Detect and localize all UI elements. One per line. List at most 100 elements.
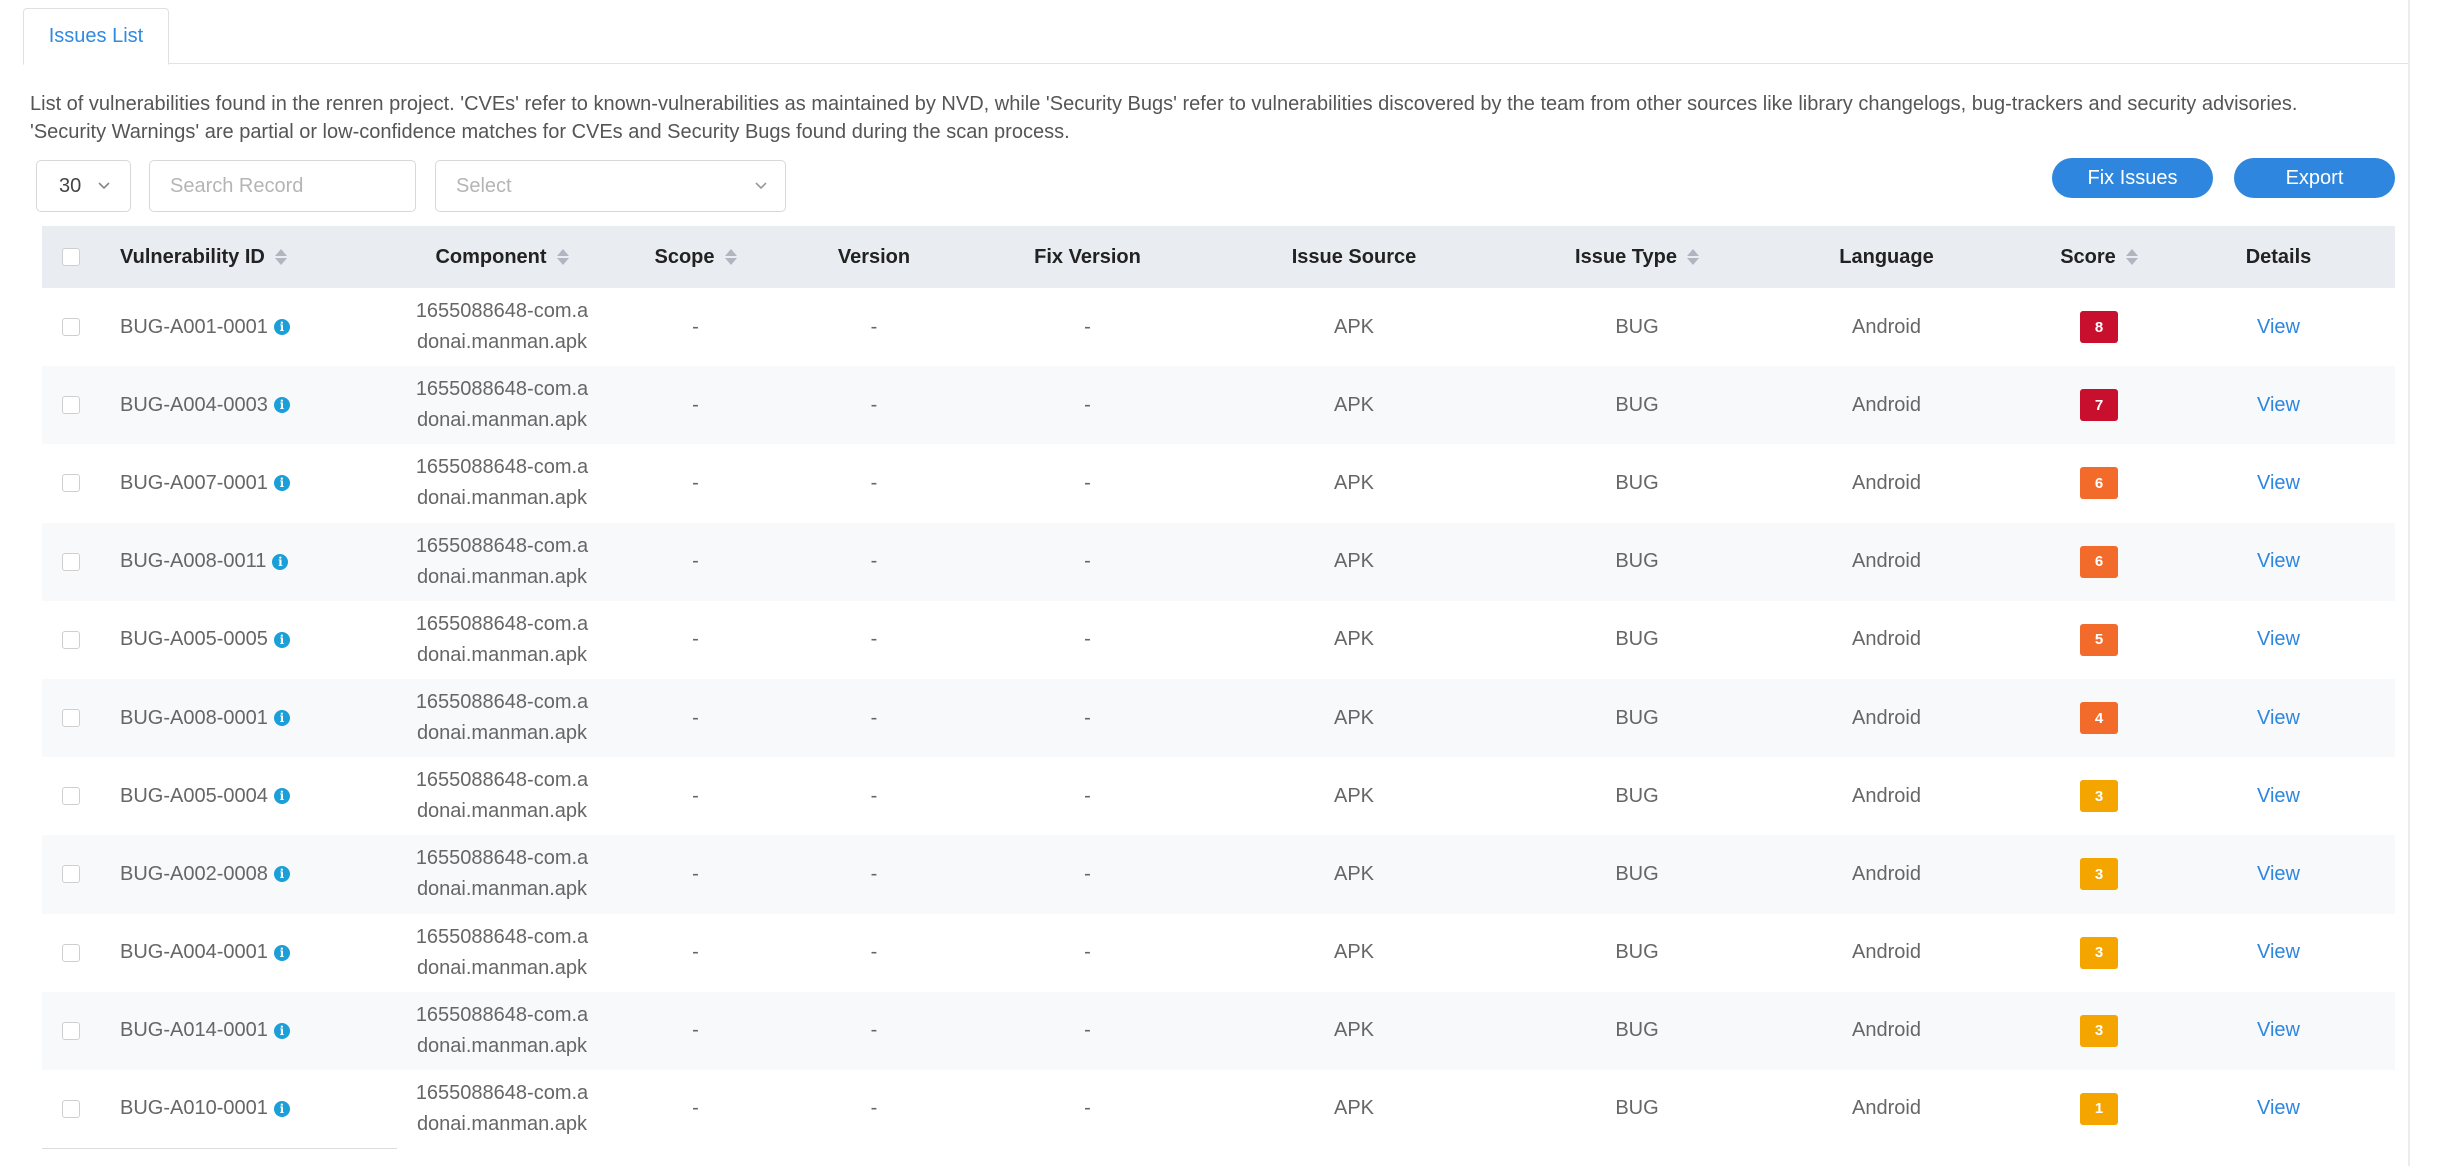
info-icon[interactable]: i — [273, 944, 290, 961]
details-cell: View — [2162, 472, 2395, 495]
header-score-label: Score — [2060, 245, 2116, 268]
row-checkbox[interactable] — [61, 474, 80, 493]
issue-source-cell: APK — [1333, 393, 1375, 416]
score-cell: 3 — [2036, 858, 2162, 891]
issue-type-cell: BUG — [1615, 941, 1659, 964]
issue-type-cell: BUG — [1615, 628, 1659, 651]
score-badge: 3 — [2080, 858, 2118, 891]
chevron-down-icon — [755, 182, 767, 190]
info-icon[interactable]: i — [273, 631, 290, 648]
header-version: Version — [837, 245, 911, 268]
row-checkbox[interactable] — [61, 396, 80, 415]
details-cell: View — [2162, 785, 2395, 808]
issue-source-cell: APK — [1333, 315, 1375, 338]
row-checkbox[interactable] — [61, 1021, 80, 1040]
view-details-link[interactable]: View — [2257, 785, 2300, 807]
info-icon[interactable]: i — [273, 1100, 290, 1117]
view-details-link[interactable]: View — [2257, 941, 2300, 963]
info-icon[interactable]: i — [273, 319, 290, 336]
view-details-link[interactable]: View — [2257, 394, 2300, 416]
issue-type-cell: BUG — [1615, 315, 1659, 338]
info-icon[interactable]: i — [273, 788, 290, 805]
fix-issues-button[interactable]: Fix Issues — [2052, 158, 2213, 198]
component-cell: 1655088648-com.adonai.manman.apk — [357, 609, 647, 671]
info-icon[interactable]: i — [272, 553, 289, 570]
component-name: 1655088648-com.adonai.manman.apk — [415, 769, 589, 823]
view-details-link[interactable]: View — [2257, 550, 2300, 572]
view-details-link[interactable]: View — [2257, 472, 2300, 494]
info-icon[interactable]: i — [273, 397, 290, 414]
filter-select[interactable]: Select — [435, 160, 786, 212]
row-checkbox[interactable] — [61, 1099, 80, 1118]
issue-type-cell: BUG — [1615, 1097, 1659, 1120]
view-details-link[interactable]: View — [2257, 628, 2300, 650]
component-name: 1655088648-com.adonai.manman.apk — [415, 1003, 589, 1057]
table-header: Vulnerability ID Component Scope Version… — [42, 226, 2395, 288]
export-button[interactable]: Export — [2234, 158, 2395, 198]
fix-version-cell: - — [1084, 1019, 1091, 1042]
tab-issues-list[interactable]: Issues List — [23, 8, 169, 65]
header-vulnerability-id[interactable]: Vulnerability ID — [99, 246, 357, 269]
score-cell: 6 — [2036, 545, 2162, 578]
issue-source-cell: APK — [1333, 471, 1375, 494]
sort-icon[interactable] — [274, 248, 287, 266]
table-bottom-divider — [42, 1148, 397, 1149]
score-cell: 3 — [2036, 936, 2162, 969]
scope-cell: - — [692, 628, 699, 651]
info-icon[interactable]: i — [273, 1022, 290, 1039]
fix-version-cell: - — [1084, 706, 1091, 729]
row-checkbox[interactable] — [61, 552, 80, 571]
info-icon[interactable]: i — [273, 475, 290, 492]
details-cell: View — [2162, 628, 2395, 651]
tab-bar: Issues List — [23, 0, 2408, 65]
vulnerability-id-cell: BUG-A004-0001 i — [99, 941, 357, 964]
view-details-link[interactable]: View — [2257, 316, 2300, 338]
language-cell: Android — [1852, 550, 1921, 573]
language-cell: Android — [1852, 1097, 1921, 1120]
row-checkbox[interactable] — [61, 318, 80, 337]
header-scope[interactable]: Scope — [647, 246, 744, 269]
row-checkbox[interactable] — [61, 709, 80, 728]
row-select-cell — [42, 630, 99, 649]
table-row: BUG-A008-0001 i 1655088648-com.adonai.manm… — [42, 678, 2395, 758]
score-cell: 4 — [2036, 702, 2162, 735]
header-component[interactable]: Component — [357, 242, 647, 273]
view-details-link[interactable]: View — [2257, 1019, 2300, 1041]
score-badge: 1 — [2080, 1092, 2118, 1125]
issue-source-cell: APK — [1333, 628, 1375, 651]
sort-icon[interactable] — [724, 248, 737, 266]
row-checkbox[interactable] — [61, 630, 80, 649]
component-name: 1655088648-com.adonai.manman.apk — [415, 456, 589, 510]
version-cell: - — [870, 706, 878, 729]
scope-cell: - — [692, 784, 699, 807]
page-description: List of vulnerabilities found in the ren… — [30, 93, 2298, 143]
view-details-link[interactable]: View — [2257, 863, 2300, 885]
sort-icon[interactable] — [556, 248, 569, 266]
fix-version-cell: - — [1084, 315, 1091, 338]
vulnerability-id: BUG-A002-0008 — [120, 862, 268, 885]
vulnerability-id-cell: BUG-A002-0008 i — [99, 863, 357, 886]
row-select-cell — [42, 396, 99, 415]
header-score[interactable]: Score — [2036, 246, 2162, 269]
row-checkbox[interactable] — [61, 943, 80, 962]
table-row: BUG-A004-0003 i 1655088648-com.adonai.manm… — [42, 366, 2395, 445]
vulnerability-id-cell: BUG-A007-0001 i — [99, 472, 357, 495]
row-checkbox[interactable] — [61, 787, 80, 806]
header-issue-type[interactable]: Issue Type — [1537, 246, 1737, 269]
score-cell: 7 — [2036, 389, 2162, 422]
info-icon[interactable]: i — [273, 710, 290, 727]
page-size-select[interactable]: 30 — [36, 160, 131, 212]
view-details-link[interactable]: View — [2257, 1097, 2300, 1119]
select-all-checkbox[interactable] — [61, 248, 80, 266]
view-details-link[interactable]: View — [2257, 707, 2300, 729]
sort-icon[interactable] — [2125, 248, 2138, 266]
score-badge: 6 — [2080, 467, 2118, 500]
component-name: 1655088648-com.adonai.manman.apk — [415, 691, 589, 745]
issue-type-cell: BUG — [1615, 706, 1659, 729]
vulnerability-id: BUG-A008-0011 — [120, 550, 267, 573]
row-checkbox[interactable] — [61, 865, 80, 884]
search-input[interactable] — [149, 160, 416, 212]
info-icon[interactable]: i — [273, 866, 290, 883]
sort-icon[interactable] — [1686, 248, 1699, 266]
table-row: BUG-A002-0008 i 1655088648-com.adonai.manm… — [42, 835, 2395, 914]
